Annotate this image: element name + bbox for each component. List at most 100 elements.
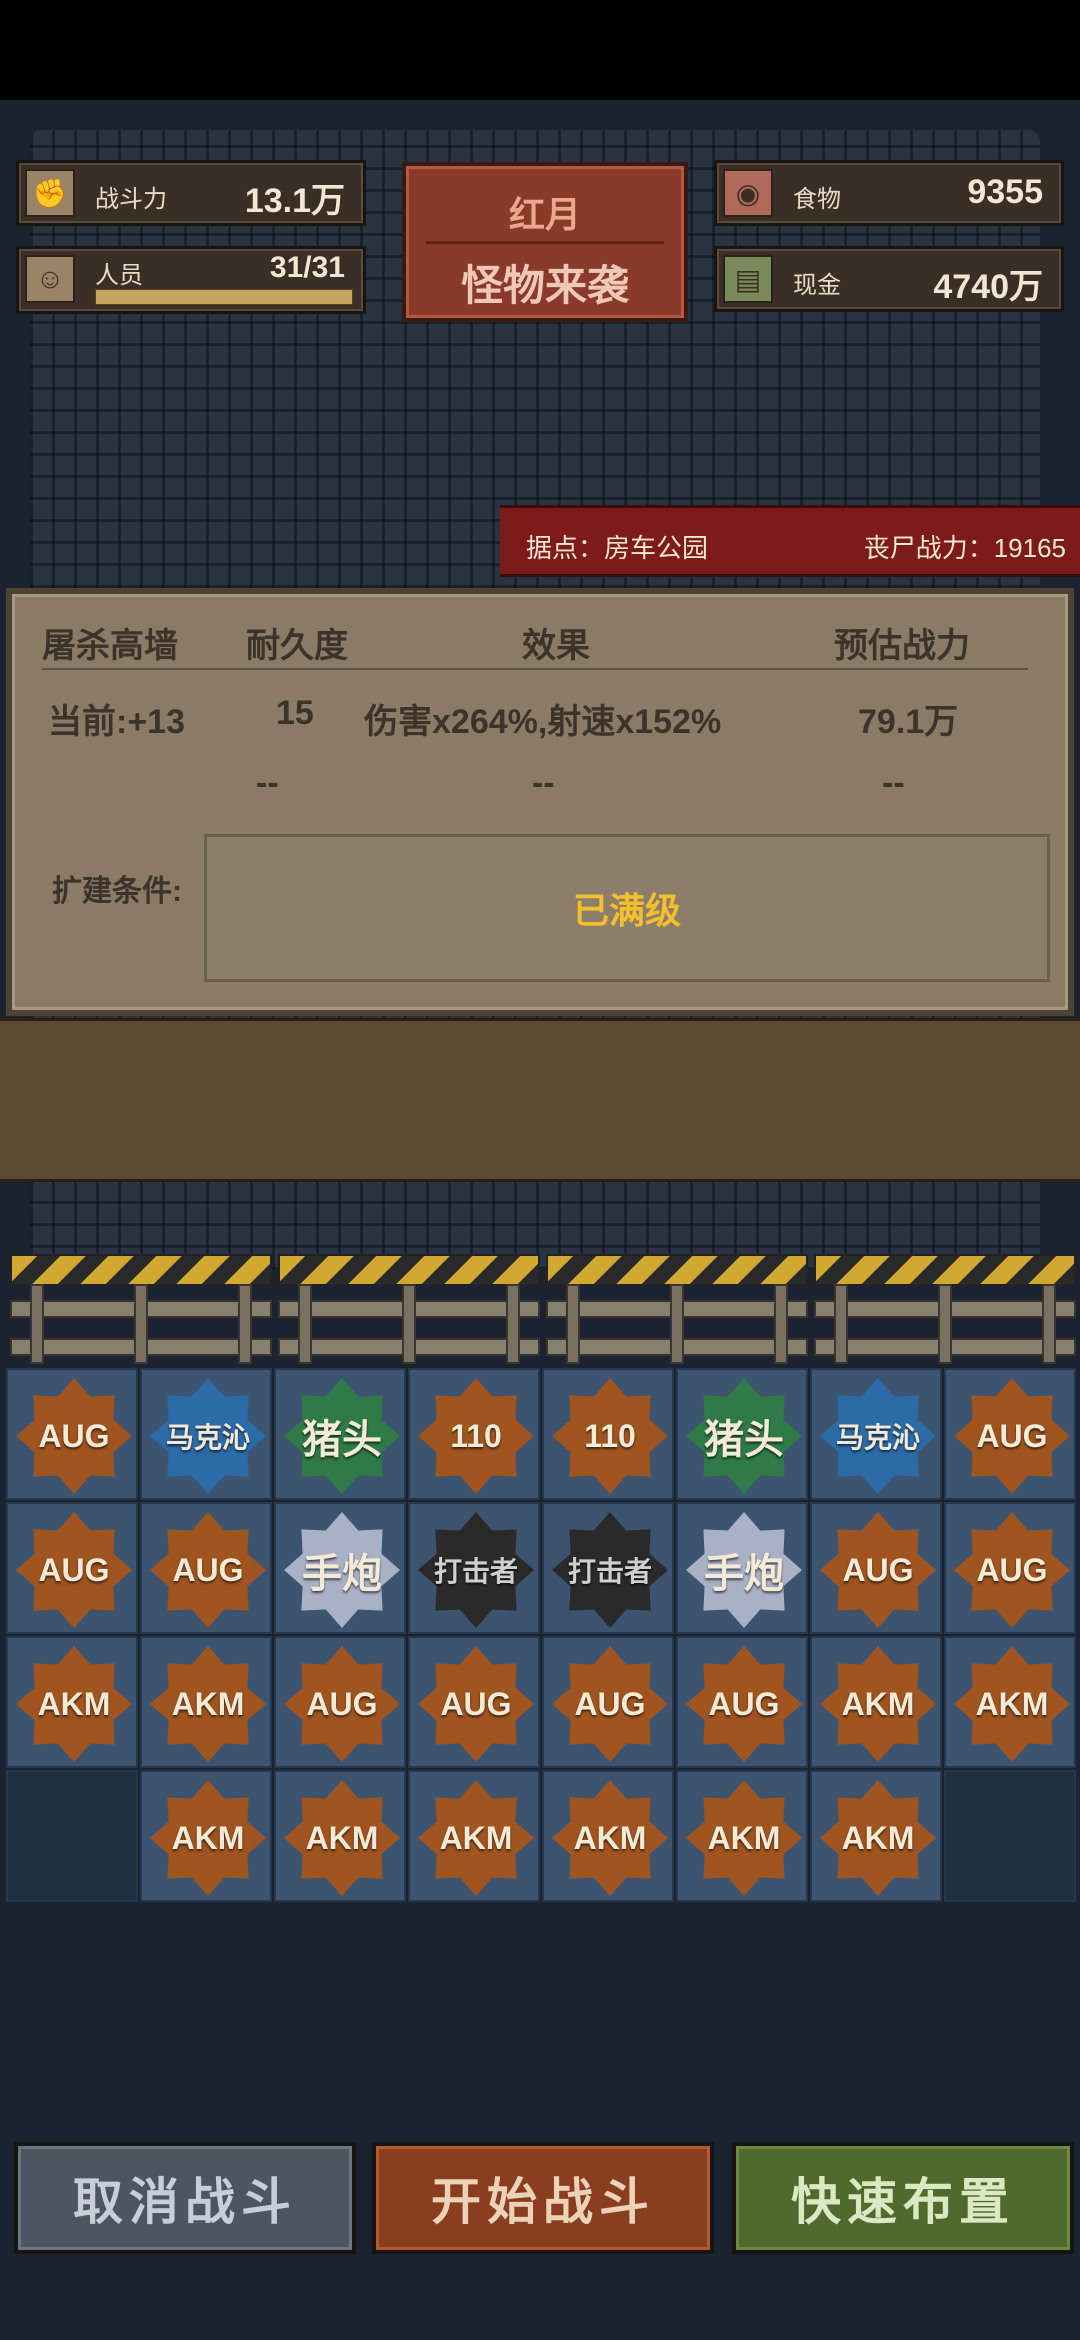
grid-slot[interactable]: AUG bbox=[542, 1636, 674, 1768]
weapon-badge[interactable]: AUG bbox=[954, 1512, 1070, 1628]
grid-slot[interactable]: 马克沁 bbox=[140, 1368, 272, 1500]
people-value: 31/31 bbox=[269, 251, 345, 284]
base-name: 据点：房车公园 bbox=[526, 533, 709, 563]
start-battle-button[interactable]: 开始战斗 bbox=[372, 2142, 714, 2254]
weapon-badge[interactable]: 打击者 bbox=[418, 1512, 534, 1628]
grid-slot[interactable]: 猪头 bbox=[274, 1368, 406, 1500]
grid-slot[interactable]: AKM bbox=[408, 1770, 540, 1902]
weapon-label: AUG bbox=[38, 1417, 110, 1454]
grid-slot[interactable]: AKM bbox=[6, 1636, 138, 1768]
grid-slot[interactable]: 马克沁 bbox=[810, 1368, 942, 1500]
weapon-badge[interactable]: 110 bbox=[552, 1378, 668, 1494]
grid-slot[interactable]: AKM bbox=[140, 1636, 272, 1768]
weapon-badge[interactable]: AKM bbox=[150, 1646, 266, 1762]
grid-slot[interactable]: 110 bbox=[408, 1368, 540, 1500]
wall-info-panel: 屠杀高墙 耐久度 效果 预估战力 当前:+13 15 伤害x264%,射速x15… bbox=[6, 588, 1074, 1016]
grid-slot[interactable]: AUG bbox=[944, 1368, 1076, 1500]
effect-value: 伤害x264%,射速x152% bbox=[364, 703, 722, 741]
weapon-label: 110 bbox=[450, 1417, 502, 1454]
weapon-badge[interactable]: 猪头 bbox=[284, 1378, 400, 1494]
weapon-badge[interactable]: 手炮 bbox=[284, 1512, 400, 1628]
weapon-label: 猪头 bbox=[302, 1418, 382, 1462]
weapon-badge[interactable]: AUG bbox=[686, 1646, 802, 1762]
event-red-moon[interactable]: 红月 怪物来袭 bbox=[402, 162, 688, 322]
grid-slot[interactable]: 猪头 bbox=[676, 1368, 808, 1500]
weapon-badge[interactable]: AKM bbox=[820, 1780, 936, 1896]
weapon-badge[interactable]: AUG bbox=[820, 1512, 936, 1628]
weapon-label: 猪头 bbox=[704, 1418, 784, 1462]
weapon-label: AUG bbox=[976, 1551, 1048, 1588]
weapon-badge[interactable]: AUG bbox=[954, 1378, 1070, 1494]
weapon-badge[interactable]: AKM bbox=[150, 1780, 266, 1896]
weapon-badge[interactable]: AUG bbox=[284, 1646, 400, 1762]
food-value: 9355 bbox=[967, 173, 1043, 211]
weapon-badge[interactable]: AKM bbox=[284, 1780, 400, 1896]
grid-slot[interactable] bbox=[944, 1770, 1076, 1902]
grid-slot[interactable]: AKM bbox=[274, 1770, 406, 1902]
weapon-badge[interactable]: AUG bbox=[150, 1512, 266, 1628]
cash-icon: ▤ bbox=[723, 255, 773, 303]
weapon-label: 马克沁 bbox=[165, 1422, 250, 1453]
weapon-badge[interactable]: AUG bbox=[16, 1512, 132, 1628]
durability-value: 15 bbox=[276, 694, 314, 732]
weapon-label: AUG bbox=[574, 1685, 646, 1722]
weapon-badge[interactable]: AUG bbox=[16, 1378, 132, 1494]
weapon-badge[interactable]: 猪头 bbox=[686, 1378, 802, 1494]
weapon-label: AKM bbox=[171, 1685, 245, 1722]
grid-slot[interactable]: AUG bbox=[6, 1368, 138, 1500]
grid-slot[interactable]: AUG bbox=[6, 1502, 138, 1634]
weapon-badge[interactable]: AKM bbox=[686, 1780, 802, 1896]
grid-slot[interactable]: 手炮 bbox=[676, 1502, 808, 1634]
weapon-badge[interactable]: AKM bbox=[552, 1780, 668, 1896]
grid-slot[interactable]: AUG bbox=[676, 1636, 808, 1768]
event-title: 红月 bbox=[508, 194, 581, 235]
weapon-badge[interactable]: 打击者 bbox=[552, 1512, 668, 1628]
grid-slot[interactable]: AUG bbox=[810, 1502, 942, 1634]
weapon-label: 手炮 bbox=[302, 1552, 382, 1596]
expand-condition-box: 已满级 bbox=[204, 834, 1050, 982]
combat-power-value: 13.1万 bbox=[244, 182, 345, 220]
weapon-label: AKM bbox=[305, 1819, 379, 1856]
food-label: 食物 bbox=[793, 186, 841, 213]
barricade bbox=[546, 1254, 808, 1364]
weapon-badge[interactable]: 110 bbox=[418, 1378, 534, 1494]
next-power: -- bbox=[882, 764, 905, 802]
grid-slot[interactable]: AKM bbox=[810, 1770, 942, 1902]
weapon-label: AUG bbox=[306, 1685, 378, 1722]
grid-slot[interactable]: 110 bbox=[542, 1368, 674, 1500]
weapon-badge[interactable]: AKM bbox=[16, 1646, 132, 1762]
weapon-badge[interactable]: 马克沁 bbox=[820, 1378, 936, 1494]
grid-slot[interactable]: 手炮 bbox=[274, 1502, 406, 1634]
grid-slot[interactable]: AKM bbox=[140, 1770, 272, 1902]
grid-slot[interactable]: AUG bbox=[140, 1502, 272, 1634]
max-level-text: 已满级 bbox=[572, 890, 681, 931]
weapon-label: AKM bbox=[841, 1819, 915, 1856]
quick-deploy-button[interactable]: 快速布置 bbox=[732, 2142, 1074, 2254]
cancel-battle-button[interactable]: 取消战斗 bbox=[14, 2142, 356, 2254]
weapon-badge[interactable]: AKM bbox=[820, 1646, 936, 1762]
grid-slot[interactable]: AKM bbox=[944, 1636, 1076, 1768]
weapon-badge[interactable]: AUG bbox=[552, 1646, 668, 1762]
grid-slot[interactable]: AUG bbox=[408, 1636, 540, 1768]
weapon-badge[interactable]: 手炮 bbox=[686, 1512, 802, 1628]
weapon-badge[interactable]: AKM bbox=[954, 1646, 1070, 1762]
grid-slot[interactable]: 打击者 bbox=[542, 1502, 674, 1634]
weapon-label: AKM bbox=[975, 1685, 1049, 1722]
weapon-badge[interactable]: AUG bbox=[418, 1646, 534, 1762]
weapon-label: AKM bbox=[439, 1819, 513, 1856]
grid-slot[interactable]: AKM bbox=[810, 1636, 942, 1768]
weapon-badge[interactable]: 马克沁 bbox=[150, 1378, 266, 1494]
grid-slot[interactable]: AUG bbox=[944, 1502, 1076, 1634]
weapon-label: AUG bbox=[976, 1417, 1048, 1454]
weapon-label: AKM bbox=[171, 1819, 245, 1856]
grid-slot[interactable]: AKM bbox=[542, 1770, 674, 1902]
cash-label: 现金 bbox=[793, 272, 841, 299]
current-level: 当前:+13 bbox=[48, 703, 185, 741]
weapon-badge[interactable]: AKM bbox=[418, 1780, 534, 1896]
combat-power-label: 战斗力 bbox=[95, 186, 167, 213]
grid-slot[interactable]: AKM bbox=[676, 1770, 808, 1902]
grid-slot[interactable] bbox=[6, 1770, 138, 1902]
weapon-label: AUG bbox=[440, 1685, 512, 1722]
grid-slot[interactable]: AUG bbox=[274, 1636, 406, 1768]
grid-slot[interactable]: 打击者 bbox=[408, 1502, 540, 1634]
